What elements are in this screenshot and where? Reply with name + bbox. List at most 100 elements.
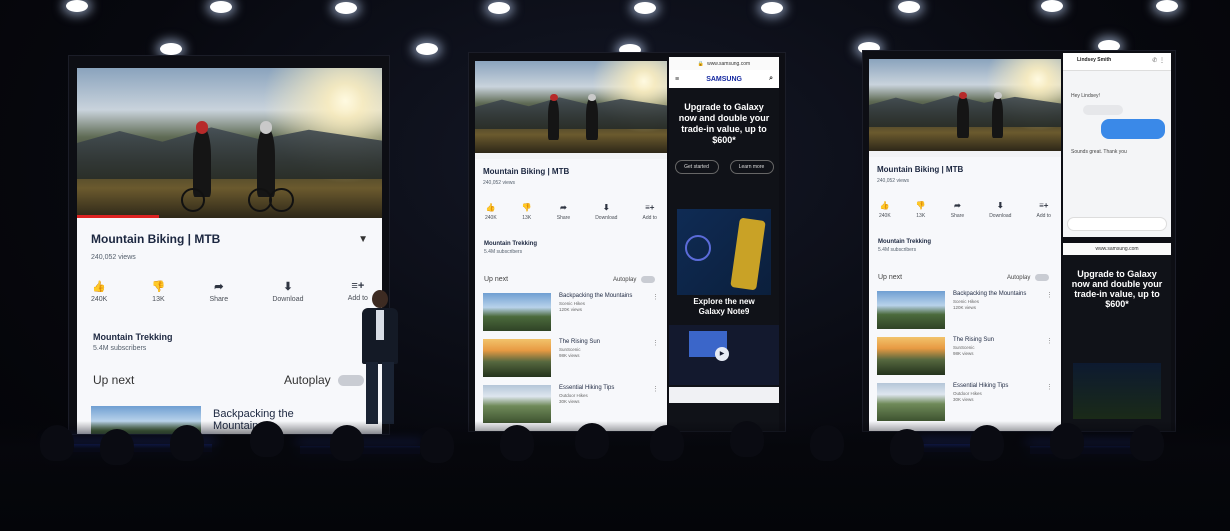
- share-action[interactable]: ➦ Share: [209, 280, 228, 303]
- phone-split-left: Mountain Biking | MTB 240,052 views 👍 240…: [869, 59, 1061, 431]
- channel-name: Mountain Trekking: [93, 332, 173, 342]
- 13k-action[interactable]: 👎 13K: [152, 280, 166, 303]
- more-options-icon[interactable]: ⋮: [1046, 337, 1053, 375]
- list-item[interactable]: The Rising Sun SunScenic 98K views ⋮: [877, 337, 1053, 375]
- s-pen-graphic: [730, 217, 766, 291]
- audience-head: [420, 427, 454, 463]
- download-icon: ⬇: [602, 203, 610, 212]
- messages-header: Lindsey Smith ✆ ⋮: [1063, 53, 1171, 71]
- rec-text: Backpacking the Mountains Scenic Hikes 120…: [559, 293, 632, 331]
- audience-head: [730, 421, 764, 457]
- video-rider: [586, 93, 598, 141]
- action-label: 240K: [91, 296, 108, 303]
- menu-icon[interactable]: ≡: [675, 76, 679, 83]
- spotlight: [416, 43, 438, 55]
- video-title: Mountain Biking | MTB: [877, 165, 964, 174]
- brand-logo[interactable]: SAMSUNG: [706, 76, 742, 83]
- 240k-action[interactable]: 👍 240K: [879, 201, 891, 219]
- rec-title: The Rising Sun: [559, 339, 601, 345]
- action-bar: 👍 240K 👎 13K ➦ Share ⬇ Download ≡+ Add to: [879, 201, 1051, 219]
- phone-split-left: Mountain Biking | MTB 240,052 views 👍 240…: [475, 61, 667, 431]
- list-item[interactable]: Essential Hiking Tips Outdoor Hikes 30K vi…: [483, 385, 659, 423]
- video-player[interactable]: [869, 59, 1061, 151]
- url-bar[interactable]: 🔒 www.samsung.com: [669, 57, 779, 70]
- promo-video[interactable]: ▶: [669, 325, 779, 385]
- channel-block[interactable]: Mountain Trekking 5.4M subscribers: [484, 241, 537, 255]
- download-action[interactable]: ⬇ Download: [595, 203, 617, 221]
- carousel-dots: [669, 387, 779, 403]
- autoplay-control[interactable]: Autoplay: [613, 276, 655, 283]
- rec-text: Essential Hiking Tips Outdoor Hikes 30K vi…: [953, 383, 1008, 421]
- rec-views: 120K views: [953, 304, 977, 310]
- messages-window: Lindsey Smith ✆ ⋮ Hey Lindsey! Sounds gr…: [1063, 53, 1171, 237]
- autoplay-control[interactable]: Autoplay: [284, 373, 364, 387]
- add-to-action[interactable]: ≡+ Add to: [1037, 201, 1051, 219]
- up-next-label: Up next: [93, 373, 135, 387]
- rec-views: 98K views: [953, 350, 974, 356]
- promo-headline: Upgrade to Galaxy now and double your tr…: [1071, 269, 1163, 309]
- learn-more-button[interactable]: Learn more: [729, 160, 774, 174]
- view-count: 240,052 views: [483, 180, 515, 186]
- autoplay-toggle[interactable]: [1035, 274, 1049, 281]
- expand-chevron-icon[interactable]: ▼: [358, 234, 368, 245]
- more-options-icon[interactable]: ⋮: [652, 293, 659, 331]
- up-next-label: Up next: [878, 274, 903, 282]
- share-action[interactable]: ➦ Share: [557, 203, 570, 221]
- list-item[interactable]: Essential Hiking Tips Outdoor Hikes 30K vi…: [877, 383, 1053, 421]
- presenter-leg: [382, 362, 394, 424]
- browser-window: www.samsung.com Upgrade to Galaxy now an…: [1063, 243, 1171, 431]
- message-bubble: [1083, 105, 1123, 115]
- action-label: Share: [556, 215, 571, 221]
- 13k-action[interactable]: 👎 13K: [916, 201, 926, 219]
- autoplay-toggle[interactable]: [641, 276, 655, 283]
- more-options-icon[interactable]: ⋮: [1046, 383, 1053, 421]
- more-options-icon[interactable]: ⋮: [652, 385, 659, 423]
- 240k-action[interactable]: 👍 240K: [91, 280, 107, 303]
- product-graphic: [685, 235, 711, 261]
- video-mountains: [77, 127, 382, 179]
- more-options-icon[interactable]: ⋮: [1046, 291, 1053, 329]
- share-icon: ➦: [214, 281, 224, 293]
- action-label: Download: [989, 213, 1012, 219]
- more-options-icon[interactable]: ⋮: [652, 339, 659, 377]
- dislike-icon: 👎: [521, 203, 532, 212]
- video-player[interactable]: [475, 61, 667, 153]
- 240k-action[interactable]: 👍 240K: [485, 203, 497, 221]
- action-label: 13K: [152, 296, 165, 303]
- site-header: ≡ SAMSUNG ⌕: [669, 70, 779, 88]
- rec-text: Essential Hiking Tips Outdoor Hikes 30K vi…: [559, 385, 614, 423]
- spotlight: [761, 2, 783, 14]
- action-label: Share: [950, 213, 965, 219]
- add-to-action[interactable]: ≡+ Add to: [643, 203, 657, 221]
- search-icon[interactable]: ⌕: [769, 75, 773, 83]
- get-started-button[interactable]: Get started: [674, 160, 719, 174]
- rec-text: The Rising Sun SunScenic 98K views: [953, 337, 994, 375]
- rec-text: Backpacking the Mountains Scenic Hikes 120…: [953, 291, 1026, 329]
- rec-views: 120K views: [559, 306, 583, 312]
- left-screen: Mountain Biking | MTB ▼ 240,052 views 👍 2…: [68, 55, 390, 435]
- list-item[interactable]: The Rising Sun SunScenic 98K views ⋮: [483, 339, 659, 377]
- download-action[interactable]: ⬇ Download: [989, 201, 1011, 219]
- rec-title: Backpacking the Mountains: [559, 293, 633, 299]
- audience-head: [890, 429, 924, 465]
- channel-block[interactable]: Mountain Trekking 5.4M subscribers: [878, 239, 931, 253]
- message-input[interactable]: [1067, 217, 1167, 231]
- channel-block[interactable]: Mountain Trekking 5.4M subscribers: [93, 332, 173, 352]
- list-item[interactable]: Backpacking the Mountains Scenic Hikes 120…: [483, 293, 659, 331]
- autoplay-control[interactable]: Autoplay: [1007, 274, 1049, 281]
- video-rider: [256, 121, 276, 197]
- play-icon[interactable]: ▶: [715, 347, 729, 361]
- share-action[interactable]: ➦ Share: [951, 201, 964, 219]
- 13k-action[interactable]: 👎 13K: [522, 203, 532, 221]
- audience-head: [650, 425, 684, 461]
- video-player[interactable]: [77, 68, 382, 218]
- call-icon[interactable]: ✆ ⋮: [1152, 57, 1165, 64]
- up-next-row: Up next Autoplay: [93, 373, 364, 387]
- list-item[interactable]: Backpacking the Mountains Scenic Hikes 120…: [877, 291, 1053, 329]
- view-count: 240,052 views: [877, 178, 909, 184]
- download-action[interactable]: ⬇ Download: [272, 280, 303, 303]
- phone-single-app: Mountain Biking | MTB ▼ 240,052 views 👍 2…: [77, 68, 382, 434]
- url-bar[interactable]: www.samsung.com: [1063, 243, 1171, 255]
- spotlight: [634, 2, 656, 14]
- video-rider: [547, 93, 560, 141]
